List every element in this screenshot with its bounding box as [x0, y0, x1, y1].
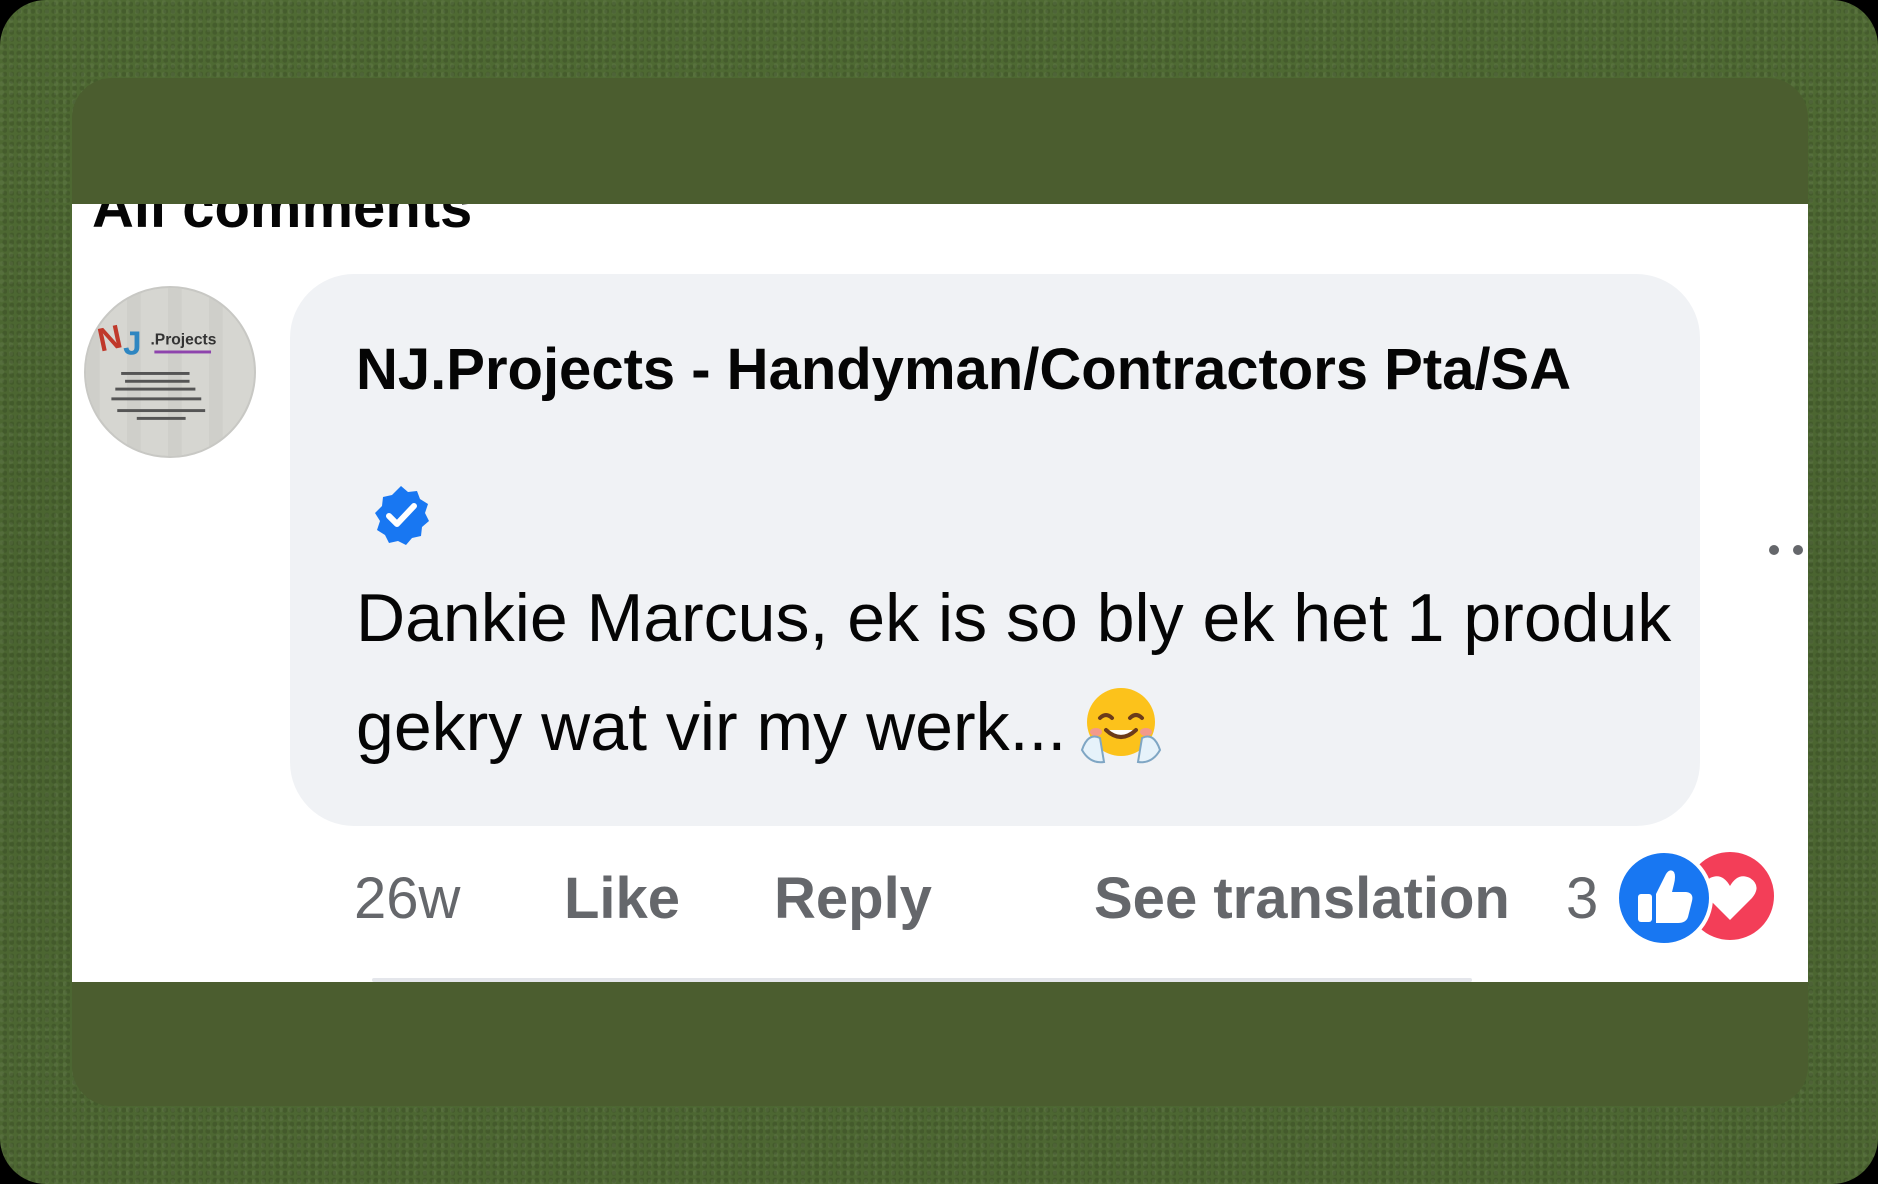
svg-text:.Projects: .Projects: [150, 332, 216, 349]
comment-bubble: NJ.Projects - Handyman/Contractors Pta/S…: [290, 274, 1700, 826]
hugging-face-emoji-icon: [1081, 688, 1162, 764]
comment-timestamp[interactable]: 26w: [354, 864, 460, 934]
reaction-count: 3: [1566, 866, 1599, 931]
svg-text:J: J: [123, 325, 141, 362]
comment-text-container: Dankie Marcus, ek is so bly ek het 1 pro…: [356, 564, 1676, 782]
comment-text: Dankie Marcus, ek is so bly ek het 1 pro…: [356, 580, 1672, 765]
divider: [372, 978, 1472, 982]
comment-author-name[interactable]: NJ.Projects - Handyman/Contractors Pta/S…: [356, 326, 1596, 413]
verified-badge-icon: [375, 486, 429, 545]
like-button[interactable]: Like: [564, 864, 680, 934]
screenshot-frame: All comments N J .Projects NJ.Projects -…: [0, 0, 1878, 1184]
nj-projects-logo: N J .Projects: [86, 288, 254, 456]
reactions-summary[interactable]: 3: [1566, 840, 1806, 950]
comments-section-header: All comments: [92, 204, 473, 240]
comments-card: All comments N J .Projects NJ.Projects -…: [72, 204, 1808, 982]
avatar[interactable]: N J .Projects: [84, 286, 256, 458]
see-translation-link[interactable]: See translation: [1094, 864, 1510, 934]
reply-button[interactable]: Reply: [774, 864, 932, 934]
like-reaction-icon: [1615, 849, 1713, 947]
more-options-icon[interactable]: [1768, 540, 1808, 560]
